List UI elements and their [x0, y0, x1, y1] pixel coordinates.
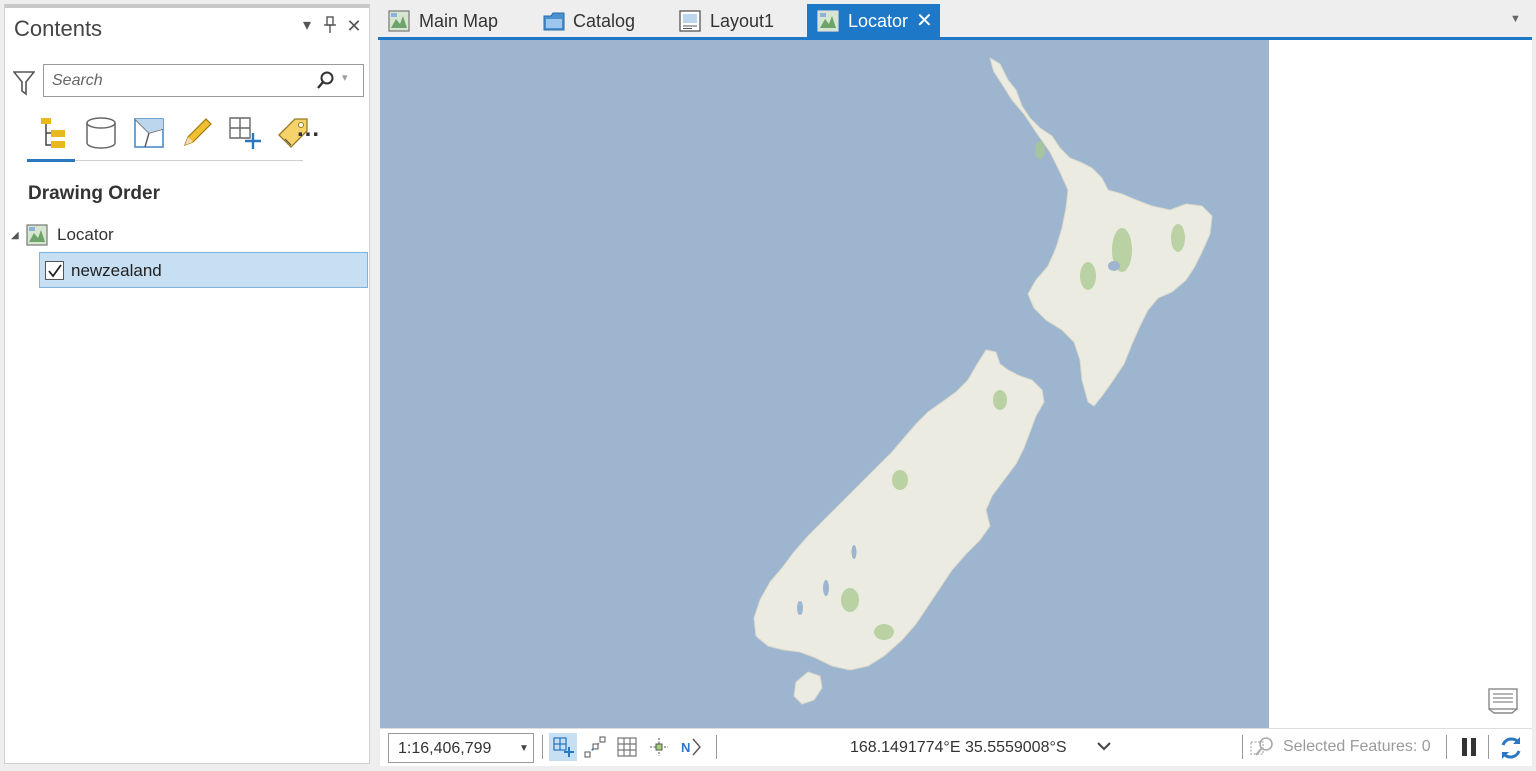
north-arrow-icon: N	[681, 738, 701, 756]
pane-options-dropdown-icon[interactable]: ▾	[297, 16, 317, 36]
chevron-down-icon: ▼	[519, 743, 529, 754]
layout-icon	[679, 10, 701, 32]
map-canvas[interactable]	[380, 40, 1269, 728]
svg-text:N: N	[681, 740, 690, 755]
map-icon	[26, 224, 48, 246]
contents-title: Contents	[14, 16, 103, 41]
grid-button[interactable]	[613, 733, 641, 761]
tab-label: Layout1	[710, 11, 775, 31]
more-options-button[interactable]: ...	[297, 115, 320, 143]
selection-icon	[134, 118, 164, 148]
search-box[interactable]: ▾	[43, 64, 364, 97]
refresh-icon	[1501, 737, 1521, 759]
snapping-grid-icon	[229, 117, 261, 149]
list-by-drawing-order-tab[interactable]	[31, 111, 71, 151]
tab-main-map[interactable]: Main Map	[378, 4, 518, 37]
grid-add-icon	[553, 737, 574, 757]
layer-row-newzealand[interactable]: newzealand	[39, 252, 368, 288]
list-by-editing-tab[interactable]	[175, 111, 215, 151]
list-by-source-tab[interactable]	[79, 111, 119, 151]
map-name-label[interactable]: Locator	[57, 225, 114, 245]
tab-label: Main Map	[419, 11, 499, 31]
tab-list-dropdown-icon[interactable]: ▼	[1510, 13, 1521, 25]
selected-features-count: Selected Features: 0	[1283, 738, 1431, 755]
map-status-bar: 1:16,406,799 ▼ N 168.1491774°E 35.555900…	[380, 728, 1532, 766]
close-pane-icon[interactable]: ✕	[344, 16, 364, 36]
coordinate-readout: 168.1491774°E 35.5559008°S	[850, 739, 1067, 756]
layer-visibility-checkbox[interactable]	[45, 261, 64, 280]
search-options-chevron-icon[interactable]: ▾	[342, 71, 348, 84]
divider	[1488, 735, 1489, 759]
correction-button[interactable]: N	[677, 733, 705, 761]
pause-drawing-button[interactable]	[1458, 736, 1480, 758]
constraints-button[interactable]	[645, 733, 673, 761]
catalog-icon	[542, 10, 565, 32]
map-view[interactable]	[380, 40, 1532, 728]
scale-dropdown[interactable]: 1:16,406,799 ▼	[388, 733, 534, 763]
snapping-icon	[584, 736, 606, 758]
drawing-order-heading: Drawing Order	[28, 183, 160, 204]
collapse-triangle-icon[interactable]: ◢	[11, 230, 19, 241]
pause-icon	[1462, 738, 1476, 756]
tab-label: Locator	[848, 11, 909, 31]
drawing-order-icon	[41, 118, 65, 148]
list-by-selection-tab[interactable]	[127, 111, 167, 151]
crosshair-icon	[650, 738, 668, 756]
stewart-island	[793, 671, 823, 705]
map-icon	[817, 10, 839, 32]
search-input[interactable]	[44, 65, 294, 96]
coordinate-format-chevron-icon[interactable]	[1095, 737, 1113, 755]
tab-locator[interactable]: Locator ✕	[807, 4, 940, 37]
tab-label: Catalog	[573, 11, 636, 31]
divider	[542, 735, 543, 759]
database-icon	[86, 117, 116, 149]
search-icon[interactable]	[316, 70, 336, 90]
refresh-button[interactable]	[1497, 734, 1525, 762]
close-tab-icon[interactable]: ✕	[916, 8, 933, 33]
tab-catalog[interactable]: Catalog	[532, 4, 657, 37]
snapping-button[interactable]	[581, 733, 609, 761]
pencil-icon	[183, 118, 212, 147]
grid-icon	[617, 737, 637, 757]
tab-layout1[interactable]: Layout1	[669, 4, 784, 37]
divider	[1242, 735, 1243, 759]
active-view-tab-indicator	[27, 159, 75, 162]
list-by-snapping-tab[interactable]	[223, 111, 263, 151]
scale-value: 1:16,406,799	[398, 740, 492, 757]
contents-pane: Contents ▾ ✕ ▾	[4, 4, 370, 764]
navigator-button[interactable]	[549, 733, 577, 761]
new-zealand-map	[753, 56, 1213, 705]
pin-icon[interactable]	[320, 16, 340, 36]
checkmark-icon	[48, 264, 62, 278]
contents-header: Contents ▾ ✕	[5, 8, 369, 50]
filter-icon[interactable]	[12, 70, 36, 96]
map-overview-toggle-icon[interactable]	[1486, 685, 1520, 715]
view-tab-strip: Main Map Catalog Layout1 Locator ✕ ▼	[378, 4, 1532, 40]
contents-view-tabs	[27, 111, 308, 162]
layer-name-label: newzealand	[71, 261, 162, 280]
divider	[716, 735, 717, 759]
map-icon	[388, 10, 410, 32]
zoom-to-selection-icon[interactable]	[1250, 734, 1276, 760]
divider	[1446, 735, 1447, 759]
